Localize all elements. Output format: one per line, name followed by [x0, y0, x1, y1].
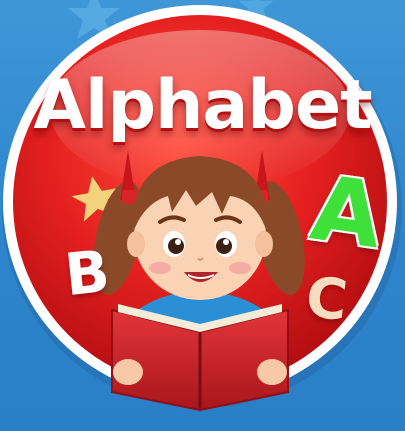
alphabet-badge[interactable]: Alphabet A B C [0, 0, 405, 431]
app-title: Alphabet [33, 66, 372, 145]
app-icon-screen: Alphabet A B C [0, 0, 405, 431]
letter-c: C [302, 265, 351, 334]
letter-a: A [305, 155, 389, 270]
letter-b: B [61, 236, 113, 310]
